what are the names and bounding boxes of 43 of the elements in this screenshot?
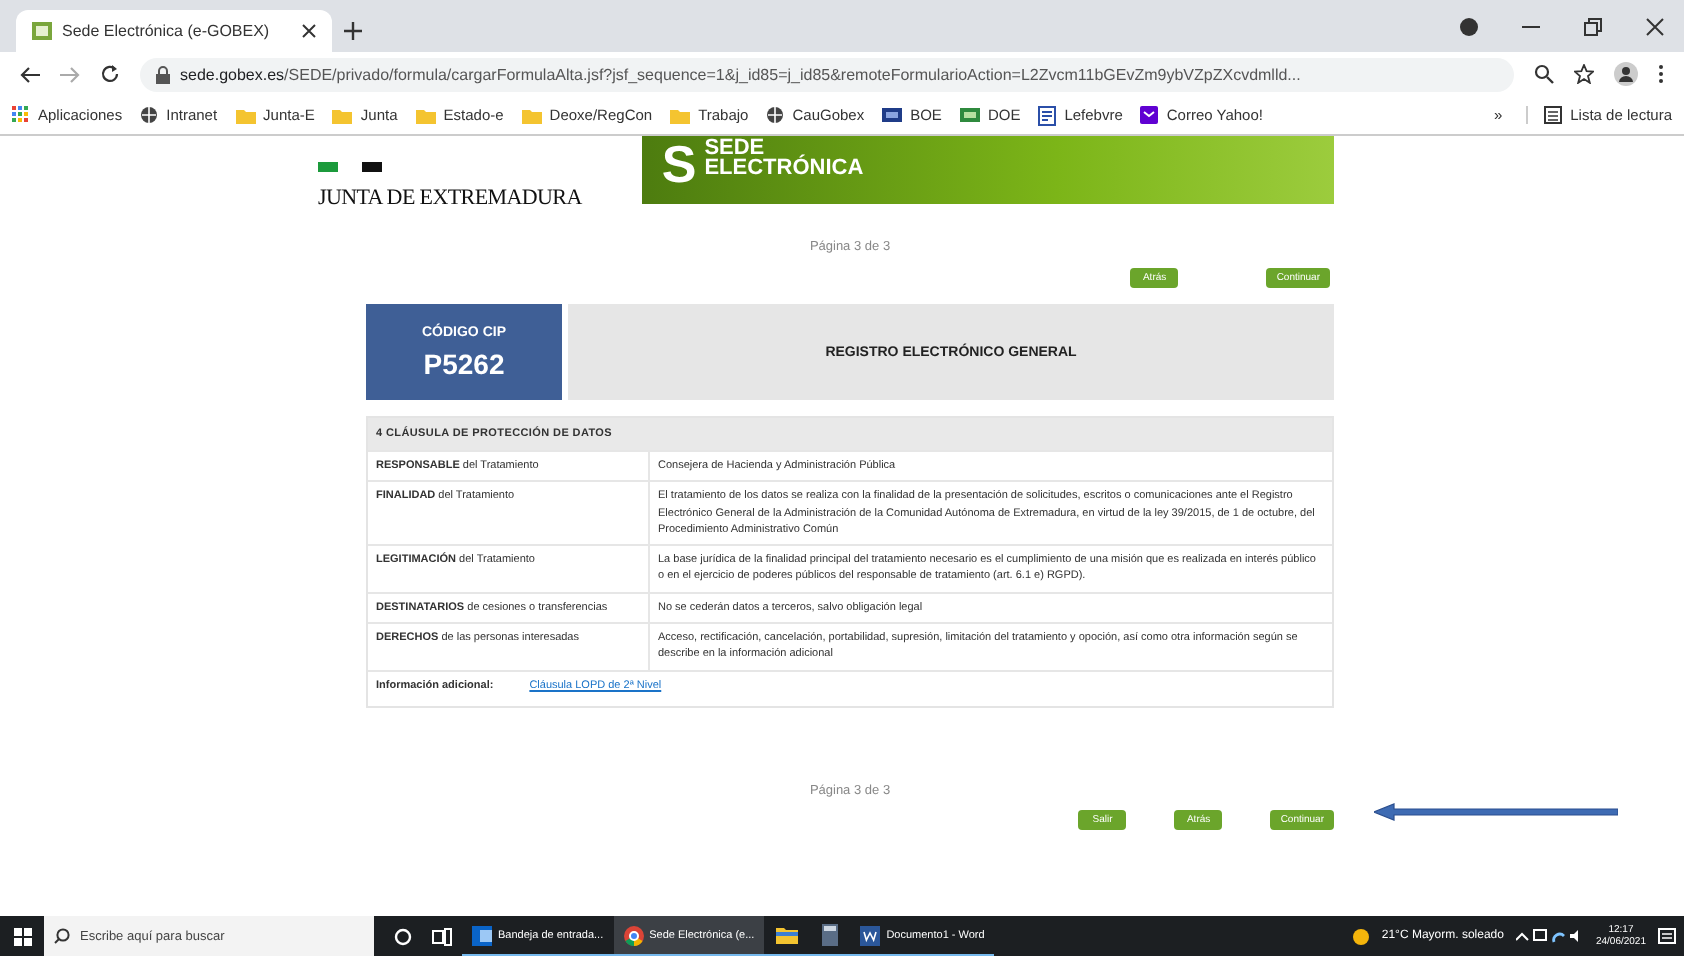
- folder-icon: [415, 107, 436, 123]
- profile-avatar-icon[interactable]: [1614, 62, 1638, 86]
- globe-icon: [140, 106, 159, 124]
- close-icon[interactable]: [302, 24, 316, 38]
- folder-icon: [521, 107, 542, 123]
- restore-icon[interactable]: [1584, 17, 1602, 35]
- brand-name: JUNTA DE EXTREMADURA: [318, 184, 582, 212]
- lock-icon: [156, 65, 170, 83]
- envelope-icon: [1140, 106, 1159, 124]
- browser-app-icon: [623, 925, 644, 945]
- search-icon: [54, 928, 70, 944]
- zoom-icon[interactable]: [1534, 64, 1554, 84]
- calculator-app-icon: [822, 924, 839, 946]
- back-arrow-icon[interactable]: [20, 65, 40, 83]
- annotation-arrow-icon: [1374, 801, 1618, 822]
- url-text: sede.gobex.es/SEDE/privado/formula/cargarFormulaAlta.jsf?jsf_sequence=1&j_id85=j_id85&remoteFormularioAction=L2Zvcm11bGEvZm9ybVZpZXcvdmlld...: [180, 65, 1301, 83]
- menu-icon[interactable]: [1658, 64, 1664, 84]
- folder-icon: [235, 107, 256, 123]
- list-icon: [1544, 106, 1563, 124]
- cortana-icon[interactable]: [393, 927, 411, 945]
- reload-icon[interactable]: [100, 64, 120, 84]
- folder-app-icon: [776, 926, 799, 944]
- tab-title: Sede Electrónica (e-GOBEX): [62, 22, 272, 40]
- browser-tab[interactable]: Sede Electrónica (e-GOBEX): [16, 10, 332, 52]
- cip-code: P5262: [423, 347, 505, 379]
- apps-grid-icon: [12, 106, 30, 124]
- windows-start-icon[interactable]: [13, 927, 31, 945]
- star-icon[interactable]: [1574, 64, 1594, 84]
- word-app-icon: [860, 925, 881, 945]
- close-icon[interactable]: [1646, 17, 1664, 35]
- profile-dot-icon[interactable]: [1460, 17, 1478, 35]
- task-view-icon[interactable]: [432, 927, 452, 945]
- sun-icon: [1351, 927, 1370, 945]
- globe-icon: [766, 106, 785, 124]
- folder-icon: [670, 107, 691, 123]
- site-favicon-icon: [32, 22, 52, 40]
- tray-icons-drawing[interactable]: [1515, 928, 1584, 944]
- folder-icon: [332, 107, 353, 123]
- new-tab-icon[interactable]: [344, 22, 362, 40]
- address-bar[interactable]: sede.gobex.es/SEDE/privado/formula/cargarFormulaAlta.jsf?jsf_sequence=1&j_id85=j_id85&remoteFormularioAction=L2Zvcm11bGEvZm9ybVZpZXcvdmlld...: [140, 57, 1514, 91]
- document-icon: [1038, 105, 1057, 125]
- mail-app-icon: [472, 925, 492, 945]
- notifications-icon[interactable]: [1658, 927, 1676, 945]
